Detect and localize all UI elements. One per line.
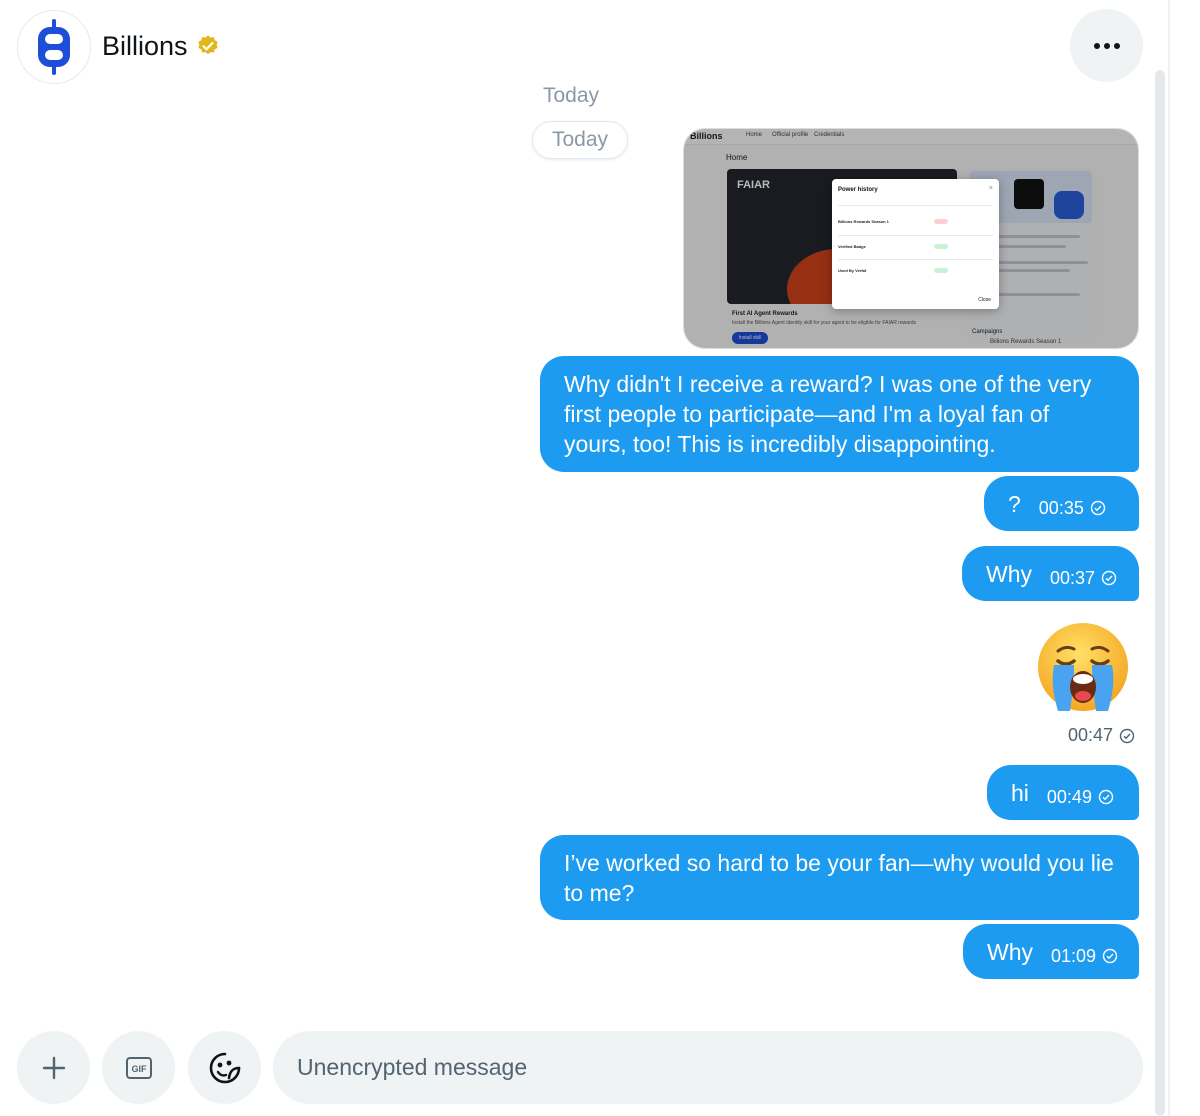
message-timestamp: 00:35 bbox=[1039, 493, 1106, 523]
screenshot-modal: Power history × Billions Rewards Season … bbox=[832, 179, 999, 309]
message-text: hi bbox=[1011, 779, 1029, 806]
svg-text:GIF: GIF bbox=[131, 1064, 147, 1074]
screenshot-modal-row: Billions Rewards Season 1 bbox=[838, 219, 889, 224]
screenshot-modal-row: Verified Badge bbox=[838, 244, 866, 249]
dm-conversation: Billions Today Today Billions Home Offic… bbox=[0, 0, 1200, 1116]
plus-icon bbox=[42, 1056, 65, 1079]
message-timestamp: 00:37 bbox=[1050, 563, 1117, 593]
crying-face-emoji[interactable] bbox=[1036, 621, 1130, 713]
timestamp-text: 00:47 bbox=[1068, 725, 1114, 745]
divider bbox=[1168, 0, 1170, 1116]
sent-check-icon bbox=[1119, 728, 1135, 743]
scrollbar[interactable] bbox=[1155, 70, 1165, 1116]
timestamp-text: 00:49 bbox=[1046, 786, 1092, 807]
message-text: I’ve worked so hard to be your fan—why w… bbox=[564, 850, 1114, 906]
screenshot-modal-row: Used By Verfaf bbox=[838, 268, 867, 273]
more-dots-icon bbox=[1093, 42, 1120, 49]
message-text: ? bbox=[1008, 490, 1021, 517]
verified-badge-icon bbox=[197, 35, 218, 55]
timestamp-text: 00:35 bbox=[1038, 497, 1084, 518]
avatar[interactable] bbox=[17, 10, 91, 84]
sent-check-icon bbox=[1102, 948, 1118, 963]
sent-check-icon bbox=[1101, 570, 1117, 585]
screenshot-modal-title: Power history bbox=[838, 187, 878, 193]
screenshot-modal-close: Close bbox=[978, 297, 991, 303]
conversation-header: Billions bbox=[0, 0, 1168, 92]
timestamp-text: 01:09 bbox=[1051, 945, 1097, 966]
more-options-button[interactable] bbox=[1070, 9, 1143, 82]
image-attachment[interactable]: Billions Home Official profile Credentia… bbox=[683, 128, 1139, 349]
emoji-icon bbox=[209, 1052, 240, 1083]
emoji-button[interactable] bbox=[188, 1031, 261, 1104]
message-timestamp: 00:47 bbox=[1068, 725, 1135, 746]
message-bubble[interactable]: ? 00:35 bbox=[984, 476, 1139, 531]
billions-logo-icon bbox=[38, 19, 70, 75]
message-composer[interactable] bbox=[273, 1031, 1143, 1104]
message-bubble[interactable]: Why 00:37 bbox=[962, 546, 1139, 601]
message-timestamp: 00:49 bbox=[1047, 782, 1114, 812]
message-input[interactable] bbox=[297, 1054, 1097, 1081]
message-timestamp: 01:09 bbox=[1051, 941, 1118, 971]
gif-button[interactable]: GIF bbox=[102, 1031, 175, 1104]
message-text: Why bbox=[986, 560, 1032, 587]
message-bubble[interactable]: I’ve worked so hard to be your fan—why w… bbox=[540, 835, 1139, 920]
sent-check-icon bbox=[1090, 500, 1106, 515]
gif-icon: GIF bbox=[125, 1056, 152, 1079]
conversation-title[interactable]: Billions bbox=[102, 31, 188, 62]
message-text: Why didn't I receive a reward? I was one… bbox=[564, 371, 1092, 457]
message-bubble[interactable]: hi 00:49 bbox=[987, 765, 1139, 820]
message-bubble[interactable]: Why didn't I receive a reward? I was one… bbox=[540, 356, 1139, 472]
sent-check-icon bbox=[1098, 789, 1114, 804]
date-pill: Today bbox=[532, 121, 628, 159]
timestamp-text: 00:37 bbox=[1050, 567, 1096, 588]
message-text: Why bbox=[987, 938, 1033, 965]
message-bubble[interactable]: Why 01:09 bbox=[963, 924, 1139, 979]
date-separator: Today bbox=[542, 84, 600, 107]
add-media-button[interactable] bbox=[17, 1031, 90, 1104]
